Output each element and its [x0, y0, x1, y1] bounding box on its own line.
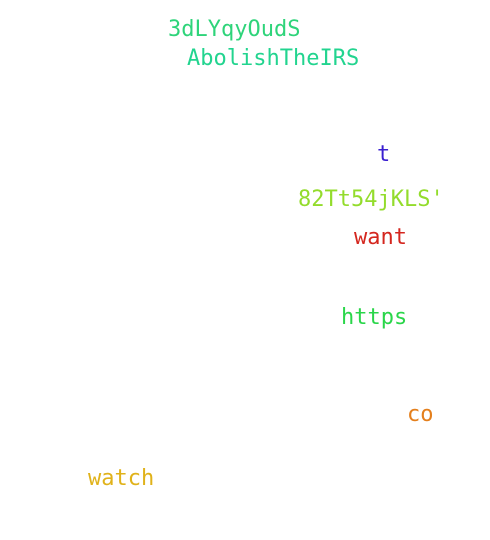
word-t: t [377, 142, 391, 167]
word-82Tt54jKLS: 82Tt54jKLS' [298, 187, 444, 212]
word-3dLYqyOudS: 3dLYqyOudS [168, 17, 301, 42]
word-want: want [354, 225, 407, 250]
word-AbolishTheIRS: AbolishTheIRS [187, 46, 360, 71]
word-https: https [341, 305, 408, 330]
word-co: co [407, 402, 434, 427]
word-cloud: 3dLYqyOudS AbolishTheIRS t 82Tt54jKLS' w… [0, 0, 490, 540]
word-watch: watch [88, 466, 155, 491]
